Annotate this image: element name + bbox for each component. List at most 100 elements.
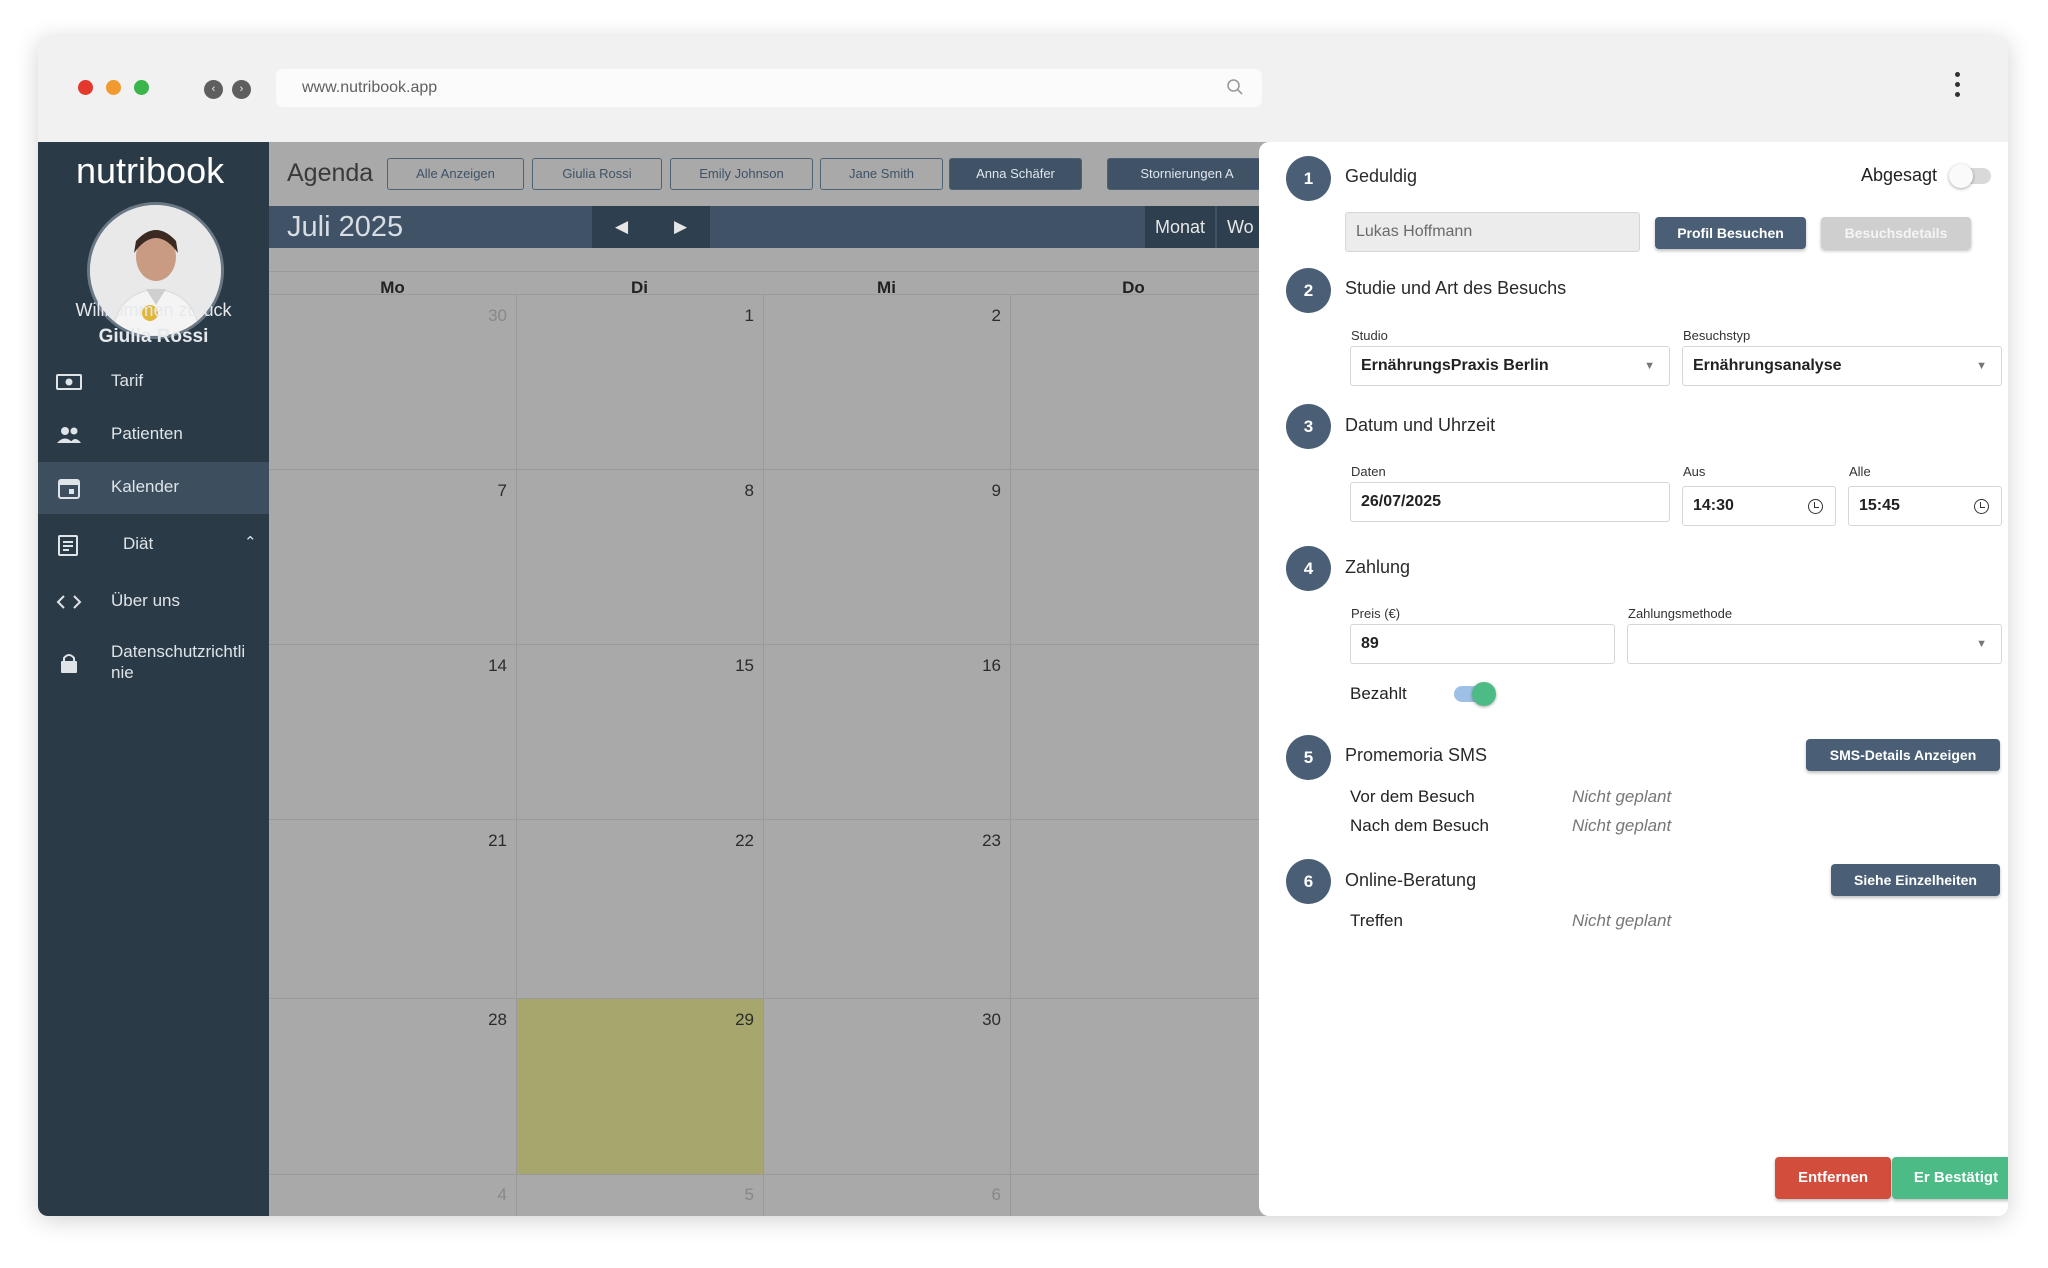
sidebar-item-label: Tarif (111, 371, 144, 390)
start-time-field[interactable]: 14:30 (1682, 486, 1836, 526)
day-number[interactable]: 5 (714, 1185, 754, 1205)
meeting-value: Nicht geplant (1572, 911, 1672, 930)
sidebar-item-diat[interactable]: Diät ⌃ (38, 519, 269, 571)
chevron-down-icon: ▼ (1644, 360, 1655, 372)
sidebar-item-tarif[interactable]: Tarif (38, 356, 269, 408)
filter-emily-johnson[interactable]: Emily Johnson (670, 158, 813, 190)
chevron-down-icon: ▼ (1976, 360, 1987, 372)
day-number[interactable]: 9 (961, 481, 1001, 501)
prev-month-button[interactable]: ◀ (592, 206, 651, 248)
start-time-label: Aus (1683, 464, 1706, 479)
day-number[interactable]: 30 (961, 1010, 1001, 1030)
date-label: Daten (1351, 464, 1386, 479)
month-toolbar: Juli 2025 ◀ ▶ Monat Wo (269, 206, 1279, 248)
sidebar-item-patienten[interactable]: Patienten (38, 409, 269, 461)
paid-toggle[interactable] (1454, 682, 1496, 706)
sidebar-item-label-continued: nie (111, 663, 134, 682)
welcome-text: Willkommen zurück (75, 300, 232, 320)
confirm-button[interactable]: Er Bestätigt (1892, 1157, 2008, 1199)
weekday-header: Mo (380, 278, 405, 297)
list-icon (58, 535, 78, 556)
filter-jane-smith[interactable]: Jane Smith (820, 158, 943, 190)
start-time-value: 14:30 (1693, 497, 1734, 514)
filter-anna-schafer[interactable]: Anna Schäfer (949, 158, 1082, 190)
day-number[interactable]: 23 (961, 831, 1001, 851)
end-time-field[interactable]: 15:45 (1848, 486, 2002, 526)
date-field[interactable]: 26/07/2025 (1350, 482, 1670, 522)
sidebar-item-datenschutz[interactable]: Datenschutzrichtli nie (38, 632, 269, 692)
day-number[interactable]: 30 (467, 306, 507, 326)
app-logo[interactable]: nutribook (76, 150, 224, 192)
section-title-sms: Promemoria SMS (1345, 745, 1488, 765)
day-number[interactable]: 21 (467, 831, 507, 851)
cancelled-toggle[interactable] (1949, 164, 1991, 188)
people-icon (57, 427, 81, 443)
day-number[interactable]: 14 (467, 656, 507, 676)
day-number[interactable]: 29 (714, 1010, 754, 1030)
filter-stornierungen[interactable]: Stornierungen A (1107, 158, 1267, 190)
maximize-window-button[interactable] (134, 80, 149, 95)
day-number[interactable]: 8 (714, 481, 754, 501)
day-number[interactable]: 6 (961, 1185, 1001, 1205)
step-badge-1: 1 (1286, 156, 1331, 201)
sms-details-button[interactable]: SMS-Details Anzeigen (1806, 739, 2000, 771)
chevron-up-icon[interactable]: ⌃ (244, 533, 257, 551)
payment-method-select[interactable]: ▼ (1627, 624, 2002, 664)
sidebar: nutribook Willkommen zurück Giulia Rossi… (38, 142, 269, 1216)
patient-name-field[interactable]: Lukas Hoffmann (1345, 212, 1640, 252)
next-month-button[interactable]: ▶ (651, 206, 710, 248)
visit-profile-button[interactable]: Profil Besuchen (1655, 217, 1806, 249)
day-number[interactable]: 28 (467, 1010, 507, 1030)
step-badge-5: 5 (1286, 735, 1331, 780)
money-icon (56, 374, 82, 390)
sms-before-label: Vor dem Besuch (1350, 787, 1475, 806)
section-title-studio: Studie und Art des Besuchs (1345, 278, 1567, 298)
step-badge-4: 4 (1286, 546, 1331, 591)
day-number[interactable]: 4 (467, 1185, 507, 1205)
studio-select[interactable]: ErnährungsPraxis Berlin ▼ (1350, 346, 1670, 386)
browser-window: ‹ › www.nutribook.app nutribook Willkomm… (38, 36, 2008, 1216)
day-number[interactable]: 2 (961, 306, 1001, 326)
sidebar-item-uber-uns[interactable]: Über uns (38, 576, 269, 628)
day-number[interactable]: 1 (714, 306, 754, 326)
back-button[interactable]: ‹ (204, 80, 223, 99)
sms-after-value: Nicht geplant (1572, 816, 1672, 835)
forward-button[interactable]: › (232, 80, 251, 99)
visit-details-button[interactable]: Besuchsdetails (1821, 217, 1971, 249)
price-label: Preis (€) (1351, 606, 1401, 621)
day-number[interactable]: 15 (714, 656, 754, 676)
minimize-window-button[interactable] (106, 80, 121, 95)
section-title-datetime: Datum und Uhrzeit (1345, 415, 1496, 435)
calendar-area: Agenda Alle Anzeigen Giulia Rossi Emily … (269, 142, 1279, 1216)
filter-giulia-rossi[interactable]: Giulia Rossi (532, 158, 662, 190)
section-title-payment: Zahlung (1345, 557, 1411, 577)
cancelled-label: Abgesagt (1861, 165, 1938, 185)
sidebar-item-label: Datenschutzrichtli (111, 642, 246, 661)
day-number[interactable]: 16 (961, 656, 1001, 676)
close-window-button[interactable] (78, 80, 93, 95)
visit-type-value: Ernährungsanalyse (1693, 357, 1842, 374)
section-title-patient: Geduldig (1345, 166, 1418, 186)
end-time-label: Alle (1849, 464, 1871, 479)
day-number[interactable]: 22 (714, 831, 754, 851)
search-icon[interactable] (1226, 78, 1244, 96)
code-icon (56, 595, 82, 609)
step-badge-2: 2 (1286, 268, 1331, 313)
visit-type-select[interactable]: Ernährungsanalyse ▼ (1682, 346, 2002, 386)
appointment-panel: 1 Geduldig Abgesagt Lukas Hoffmann Profi… (1259, 142, 2008, 1216)
address-bar[interactable]: www.nutribook.app (276, 69, 1262, 107)
filter-alle-anzeigen[interactable]: Alle Anzeigen (387, 158, 524, 190)
online-details-button[interactable]: Siehe Einzelheiten (1831, 864, 2000, 896)
month-title: Juli 2025 (287, 211, 404, 243)
sidebar-item-label: Kalender (111, 477, 180, 496)
day-number[interactable]: 7 (467, 481, 507, 501)
agenda-title: Agenda (287, 159, 374, 187)
clock-icon[interactable] (1808, 499, 1823, 514)
view-month-button[interactable]: Monat (1145, 206, 1216, 248)
step-badge-3: 3 (1286, 404, 1331, 449)
price-field[interactable]: 89 (1350, 624, 1615, 664)
sidebar-item-kalender[interactable]: Kalender (38, 462, 269, 514)
browser-menu-icon[interactable] (1955, 72, 1961, 102)
remove-button[interactable]: Entfernen (1775, 1157, 1891, 1199)
clock-icon[interactable] (1974, 499, 1989, 514)
